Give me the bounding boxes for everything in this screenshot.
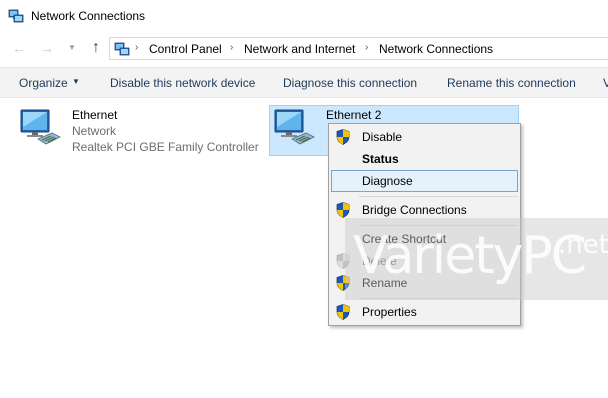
network-connections-icon	[8, 9, 24, 23]
menu-item-label: Disable	[362, 130, 403, 144]
menu-item-label: Properties	[362, 305, 417, 319]
menu-item-properties[interactable]: Properties	[331, 301, 518, 323]
watermark: VarietyPC .net	[345, 218, 608, 300]
breadcrumb-control-panel[interactable]: Control Panel	[149, 42, 222, 56]
network-adapter-icon	[20, 109, 61, 145]
breadcrumb-network-and-internet[interactable]: Network and Internet	[244, 42, 355, 56]
connection-status: Network	[72, 124, 117, 138]
connection-item-ethernet[interactable]: Ethernet Network Realtek PCI GBE Family …	[18, 107, 259, 157]
network-adapter-icon	[274, 109, 315, 145]
more-commands-button[interactable]: V	[603, 76, 608, 90]
menu-item-label: Diagnose	[362, 174, 413, 188]
menu-item-label: Bridge Connections	[362, 203, 467, 217]
recent-locations-chevron-icon[interactable]: ▼	[64, 40, 80, 56]
menu-item-status[interactable]: Status	[331, 148, 518, 170]
window-title: Network Connections	[31, 9, 146, 23]
diagnose-connection-button[interactable]: Diagnose this connection	[283, 76, 417, 90]
menu-item-diagnose[interactable]: Diagnose	[331, 170, 518, 192]
address-box[interactable]: › Control Panel › Network and Internet ›…	[109, 37, 608, 60]
uac-shield-icon	[336, 304, 350, 320]
connection-name: Ethernet 2	[326, 108, 382, 122]
breadcrumb-separator-icon[interactable]: ›	[230, 42, 233, 53]
connection-item-ethernet-2-icon-wrap[interactable]	[272, 107, 322, 153]
watermark-brand: VarietyPC	[353, 226, 587, 286]
organize-dropdown-icon[interactable]: ▼	[72, 77, 80, 86]
menu-separator	[359, 196, 518, 197]
address-bar: ← → ▼ ↑ › Control Panel › Network and In…	[0, 32, 608, 66]
back-arrow-icon[interactable]: ←	[11, 40, 27, 56]
uac-shield-icon	[336, 129, 350, 145]
watermark-suffix: .net	[558, 230, 608, 260]
forward-arrow-icon[interactable]: →	[39, 40, 55, 56]
connection-name: Ethernet	[72, 108, 118, 122]
control-panel-icon	[114, 42, 130, 56]
breadcrumb-separator-icon[interactable]: ›	[365, 42, 368, 53]
command-bar: Organize ▼ Disable this network device D…	[0, 67, 608, 98]
connection-adapter: Realtek PCI GBE Family Controller	[72, 140, 259, 154]
rename-connection-button[interactable]: Rename this connection	[447, 76, 576, 90]
menu-item-disable[interactable]: Disable	[331, 126, 518, 148]
disable-device-button[interactable]: Disable this network device	[110, 76, 255, 90]
uac-shield-icon	[336, 202, 350, 218]
title-bar: Network Connections	[0, 0, 608, 32]
breadcrumb-separator-icon[interactable]: ›	[135, 42, 138, 53]
up-arrow-icon[interactable]: ↑	[88, 40, 104, 56]
organize-button[interactable]: Organize	[19, 76, 68, 90]
breadcrumb-network-connections[interactable]: Network Connections	[379, 42, 493, 56]
menu-item-label: Status	[362, 152, 399, 166]
